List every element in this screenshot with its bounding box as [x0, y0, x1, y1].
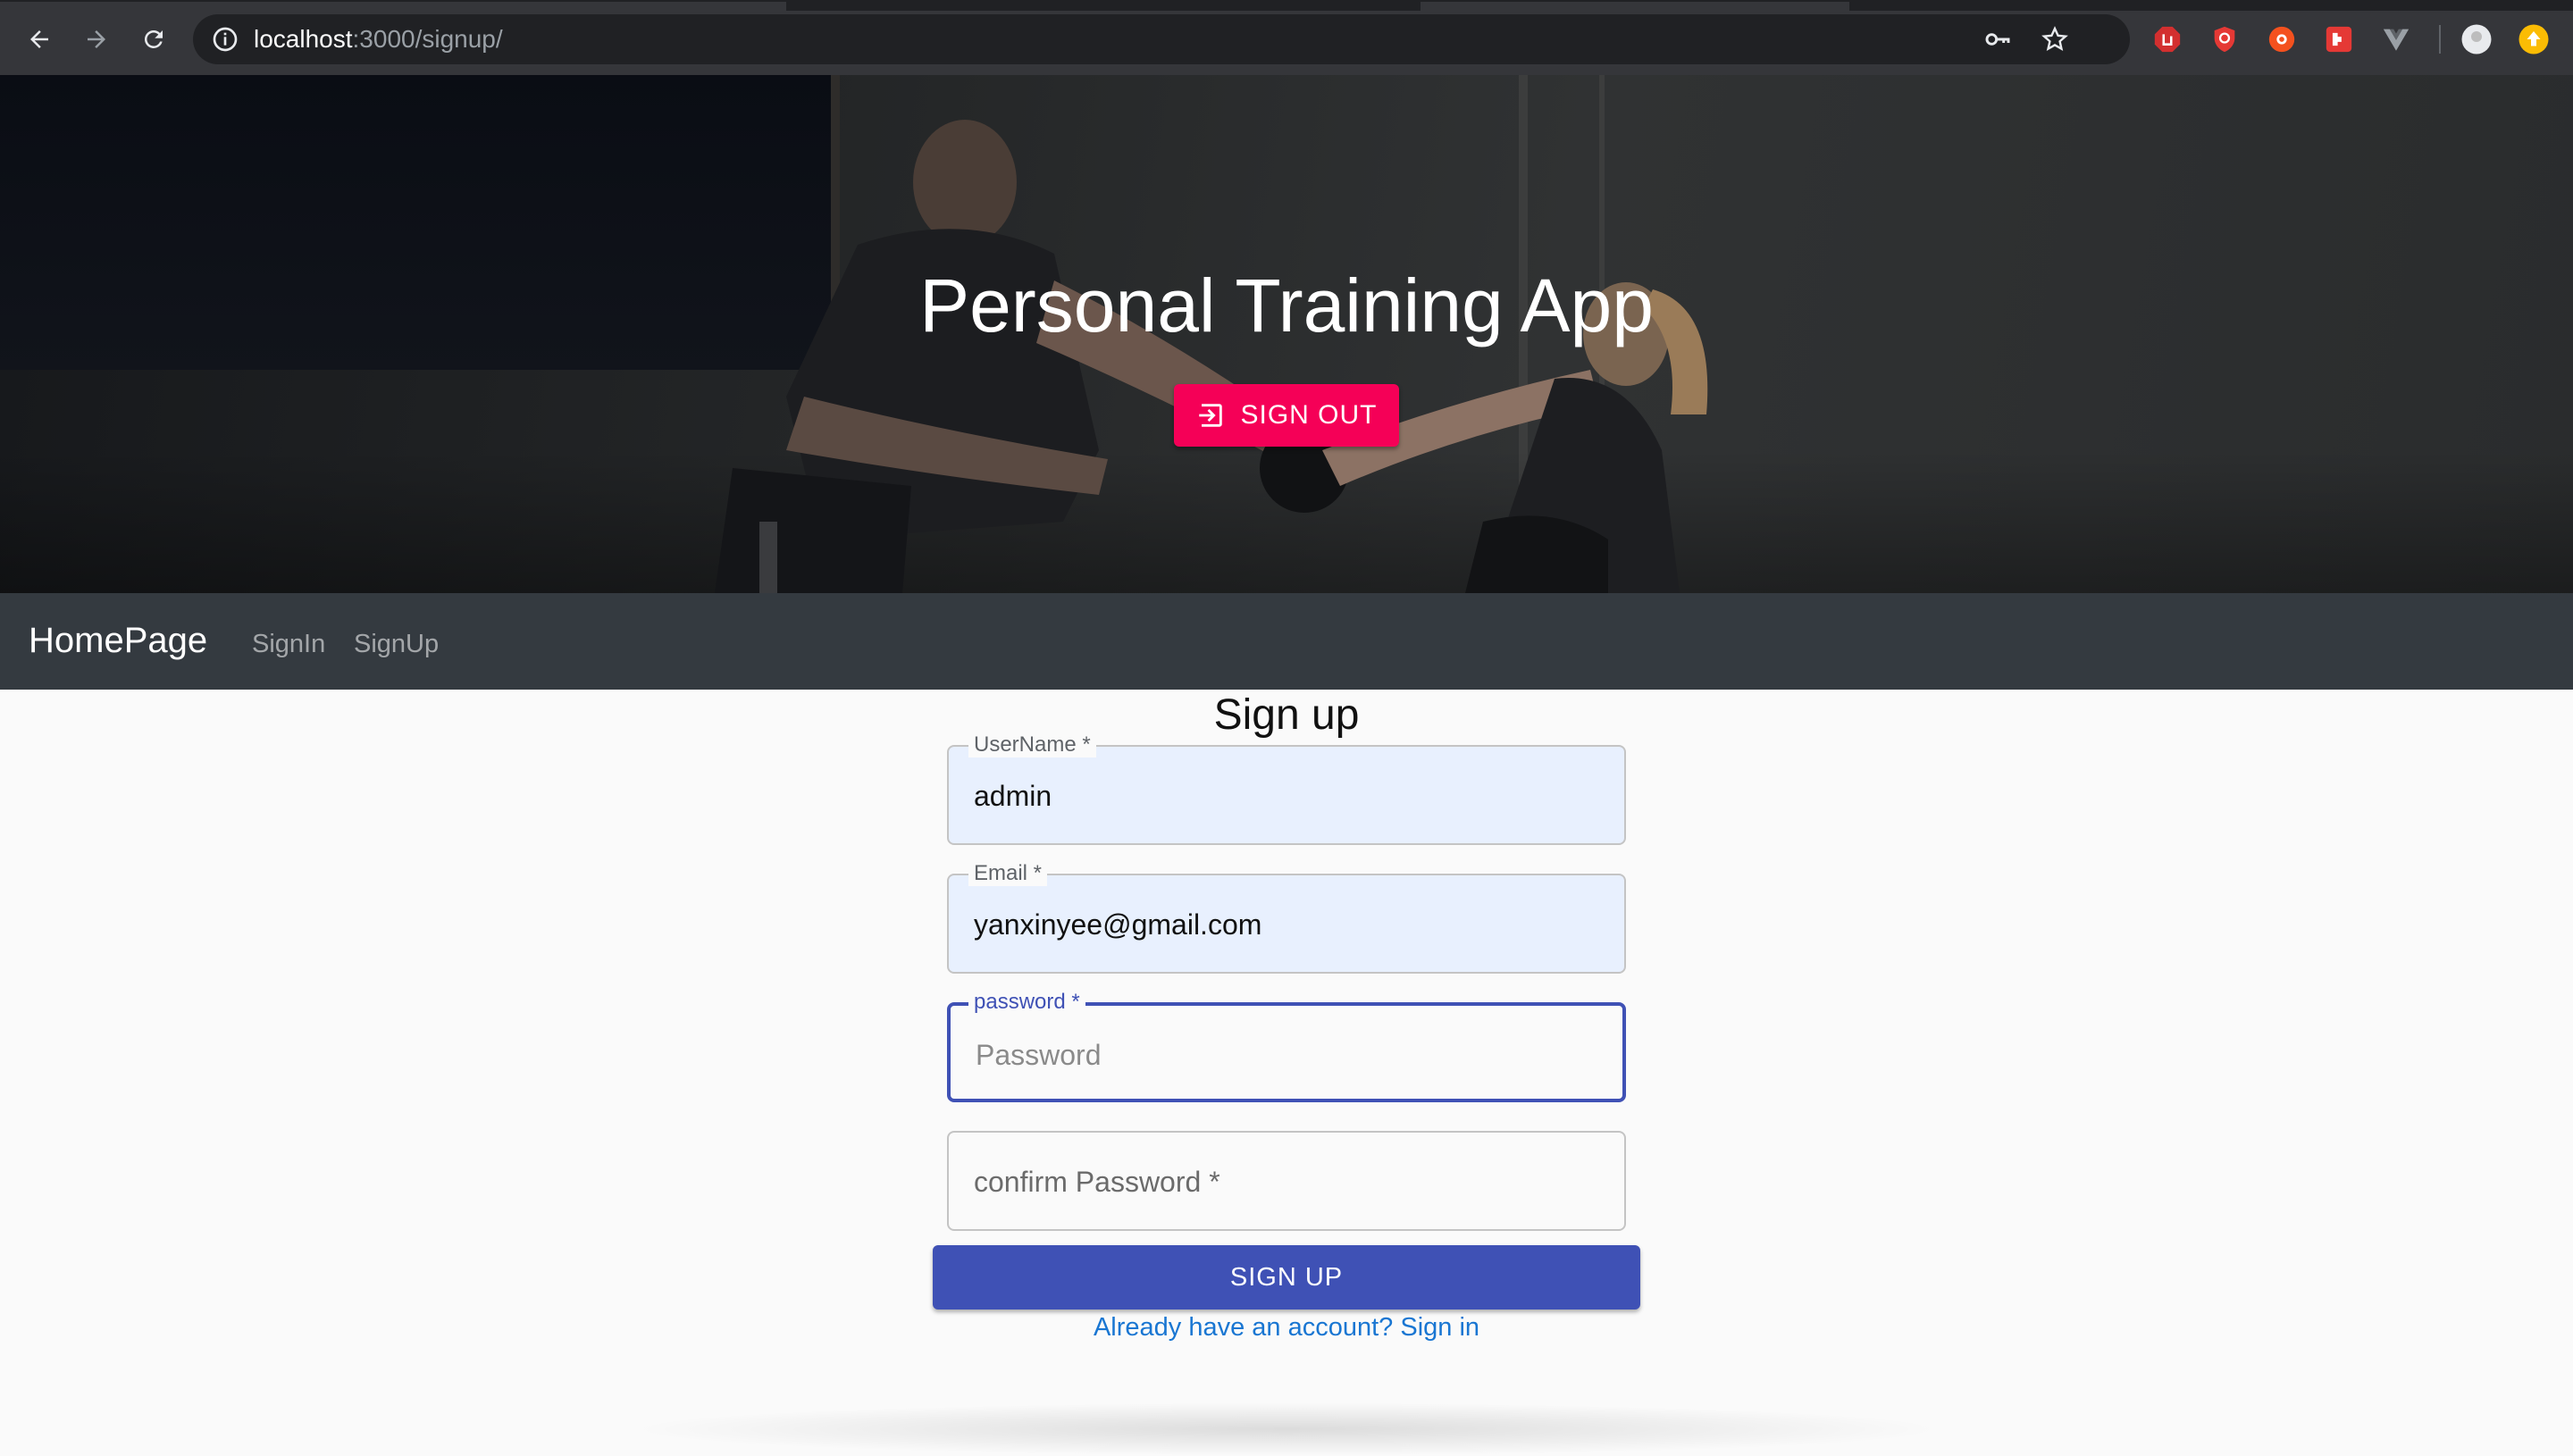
form-title: Sign up	[1213, 691, 1360, 739]
url-host: localhost	[254, 25, 353, 53]
address-bar[interactable]: localhost:3000/signup/	[193, 14, 2130, 64]
browser-toolbar: localhost:3000/signup/	[0, 0, 2573, 75]
extension-vue-icon[interactable]	[2378, 21, 2414, 57]
app-navbar: HomePage SignIn SignUp	[0, 593, 2573, 690]
info-icon	[213, 27, 238, 52]
confirm-password-field[interactable]: confirm Password *	[947, 1131, 1626, 1231]
username-value[interactable]: admin	[974, 779, 1052, 813]
email-value[interactable]: yanxinyee@gmail.com	[974, 908, 1261, 941]
extension-puzzle-icon[interactable]	[2321, 21, 2357, 57]
url-text: localhost:3000/signup/	[254, 27, 503, 52]
tab-strip	[786, 2, 1421, 11]
reload-icon	[144, 29, 163, 48]
profile-avatar-icon[interactable]	[2459, 21, 2494, 57]
nav-link-signin[interactable]: SignIn	[252, 629, 325, 659]
navbar-brand[interactable]: HomePage	[29, 620, 207, 661]
app-title: Personal Training App	[919, 264, 1654, 347]
tab-strip	[1849, 2, 2573, 11]
password-field[interactable]: password *	[947, 990, 1626, 1102]
extension-stop-icon[interactable]	[2150, 21, 2185, 57]
nav-link-signup[interactable]: SignUp	[354, 629, 439, 659]
email-field[interactable]: Email * yanxinyee@gmail.com	[947, 861, 1626, 974]
confirm-password-placeholder[interactable]: confirm Password *	[974, 1165, 1220, 1199]
sign-up-button[interactable]: SIGN UP	[933, 1245, 1640, 1310]
arrow-right-icon	[88, 30, 105, 48]
username-field[interactable]: UserName * admin	[947, 732, 1626, 845]
forward-button[interactable]	[77, 20, 116, 59]
sign-out-label: SIGN OUT	[1240, 400, 1378, 430]
page-bottom-shadow	[625, 1402, 1948, 1456]
exit-icon	[1199, 404, 1223, 427]
email-label: Email *	[968, 861, 1048, 886]
hero-banner: Personal Training App SIGN OUT	[0, 75, 2573, 593]
password-label: password *	[968, 990, 1085, 1015]
username-label: UserName *	[968, 732, 1096, 757]
toolbar-divider	[2439, 25, 2441, 54]
sign-in-link[interactable]: Already have an account? Sign in	[0, 1311, 2573, 1343]
sign-out-button[interactable]: SIGN OUT	[1174, 384, 1399, 447]
reload-button[interactable]	[134, 20, 173, 59]
extension-shield-icon[interactable]	[2207, 21, 2242, 57]
update-icon[interactable]	[2516, 21, 2552, 57]
key-icon[interactable]	[1980, 21, 2016, 57]
arrow-left-icon	[30, 30, 48, 48]
extension-lifebuoy-icon[interactable]	[2264, 21, 2300, 57]
star-icon[interactable]	[2037, 21, 2073, 57]
back-button[interactable]	[20, 20, 59, 59]
url-path: :3000/signup/	[352, 25, 503, 53]
password-input[interactable]	[974, 1036, 1585, 1074]
